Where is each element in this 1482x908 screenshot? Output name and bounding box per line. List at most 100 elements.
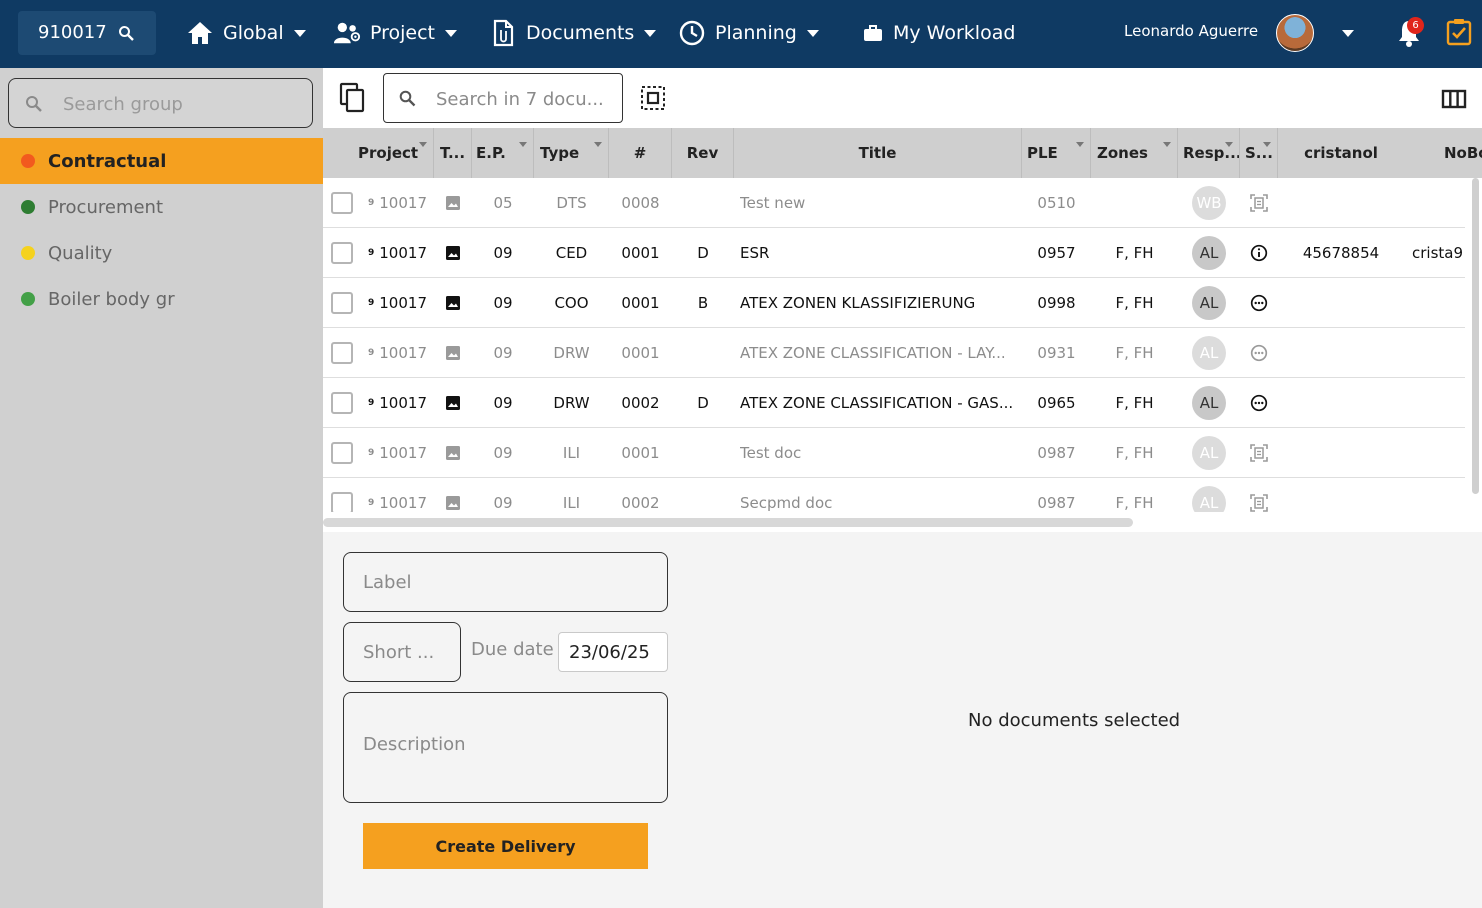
column-header-responsible[interactable]: Resp... — [1178, 128, 1240, 178]
group-item-quality[interactable]: Quality — [0, 230, 323, 276]
project-search-box[interactable]: 910017 — [18, 11, 156, 55]
group-item-contractual[interactable]: Contractual — [0, 138, 323, 184]
description-field[interactable] — [343, 692, 668, 803]
row-select-cell — [331, 278, 357, 328]
group-search-box[interactable] — [8, 78, 313, 128]
row-checkbox[interactable] — [331, 292, 353, 314]
pending-status-icon[interactable] — [1240, 278, 1278, 328]
table-row[interactable]: 9 10017 05 DTS 0008 Test new 0510 WB — [323, 178, 1465, 228]
zones-cell: F, FH — [1115, 294, 1154, 312]
row-checkbox[interactable] — [331, 192, 353, 214]
pending-status-icon[interactable] — [1240, 328, 1278, 378]
short-name-field[interactable] — [343, 622, 461, 682]
home-icon — [186, 19, 214, 47]
pending-status-icon[interactable] — [1240, 378, 1278, 428]
column-header-title[interactable]: Title — [734, 128, 1022, 178]
group-search-input[interactable] — [63, 91, 303, 117]
filter-icon[interactable] — [594, 142, 602, 147]
scan-status-icon[interactable] — [1240, 478, 1278, 512]
project-search-value[interactable]: 910017 — [38, 22, 107, 43]
nav-documents[interactable]: Documents — [489, 18, 657, 48]
vertical-scrollbar[interactable] — [1472, 178, 1479, 494]
due-date-input[interactable] — [569, 640, 664, 664]
nav-my-workload[interactable]: My Workload — [862, 18, 1015, 48]
row-checkbox[interactable] — [331, 442, 353, 464]
create-delivery-button[interactable]: Create Delivery — [363, 823, 648, 869]
nav-project-label: Project — [370, 22, 436, 44]
table-row[interactable]: 9 10017 09 ILI 0001 Test doc 0987 F, FH AL — [323, 428, 1465, 478]
user-avatar[interactable] — [1276, 14, 1314, 52]
type-cell: DRW — [553, 394, 590, 412]
responsible-avatar[interactable]: WB — [1192, 186, 1226, 220]
table-row[interactable]: 9 10017 09 DRW 0002 D ATEX ZONE CLASSIFICATION… — [323, 378, 1465, 428]
responsible-avatar[interactable]: AL — [1192, 336, 1226, 370]
row-checkbox[interactable] — [331, 492, 353, 512]
column-header-type-icon[interactable]: T... — [434, 128, 472, 178]
column-header-nobo[interactable]: NoBo — [1404, 128, 1482, 178]
row-checkbox[interactable] — [331, 342, 353, 364]
row-checkbox[interactable] — [331, 242, 353, 264]
documents-toolbar — [323, 68, 1482, 128]
group-item-label: Procurement — [48, 196, 164, 218]
responsible-avatar[interactable]: AL — [1192, 486, 1226, 512]
short-name-input[interactable] — [363, 639, 453, 665]
nav-project[interactable]: Project — [333, 18, 458, 48]
group-item-boiler-body[interactable]: Boiler body gr — [0, 276, 323, 322]
filter-icon[interactable] — [519, 142, 527, 147]
filter-icon[interactable] — [1263, 142, 1271, 147]
table-row[interactable]: 9 10017 09 ILI 0002 Secpmd doc 0987 F, FH AL — [323, 478, 1465, 512]
nav-global[interactable]: Global — [186, 18, 306, 48]
column-header-zones[interactable]: Zones — [1091, 128, 1178, 178]
select-all-icon[interactable] — [640, 85, 666, 111]
zones-cell: F, FH — [1115, 344, 1154, 362]
label-input[interactable] — [363, 569, 653, 595]
cristanol-cell — [1278, 328, 1404, 378]
description-input[interactable] — [363, 734, 658, 764]
search-icon[interactable] — [118, 25, 134, 41]
nav-planning[interactable]: Planning — [678, 18, 819, 48]
scan-status-icon[interactable] — [1240, 178, 1278, 228]
column-header-status[interactable]: S... — [1240, 128, 1278, 178]
scan-status-icon[interactable] — [1240, 428, 1278, 478]
group-item-label: Quality — [48, 242, 113, 264]
table-row[interactable]: 9 10017 09 DRW 0001 ATEX ZONE CLASSIFICATION … — [323, 328, 1465, 378]
task-checklist-icon[interactable] — [1446, 18, 1472, 46]
filter-icon[interactable] — [1076, 142, 1084, 147]
responsible-avatar[interactable]: AL — [1192, 286, 1226, 320]
responsible-avatar[interactable]: AL — [1192, 436, 1226, 470]
project-cell: 9 10017 — [368, 428, 434, 478]
label-field[interactable] — [343, 552, 668, 612]
column-header-ple[interactable]: PLE — [1022, 128, 1091, 178]
sort-icon[interactable] — [419, 142, 427, 147]
horizontal-scrollbar[interactable] — [323, 518, 1133, 527]
copy-icon[interactable] — [339, 82, 367, 114]
due-date-field[interactable] — [558, 632, 668, 672]
filter-icon[interactable] — [1225, 142, 1233, 147]
ep-cell: 09 — [493, 294, 513, 312]
column-header-number[interactable]: # — [609, 128, 672, 178]
user-menu-chevron-icon[interactable] — [1342, 30, 1354, 37]
column-header-ep[interactable]: E.P. — [472, 128, 534, 178]
row-checkbox[interactable] — [331, 392, 353, 414]
column-header-rev[interactable]: Rev — [672, 128, 734, 178]
group-item-procurement[interactable]: Procurement — [0, 184, 323, 230]
column-header-type[interactable]: Type — [534, 128, 609, 178]
responsible-avatar[interactable]: AL — [1192, 386, 1226, 420]
columns-icon[interactable] — [1441, 88, 1467, 110]
document-search-input[interactable] — [436, 86, 616, 112]
responsible-cell: WB — [1178, 178, 1240, 228]
filter-icon[interactable] — [1163, 142, 1171, 147]
table-row[interactable]: 9 10017 09 CED 0001 D ESR 0957 F, FH AL 45678854 cr… — [323, 228, 1465, 278]
rev-cell — [672, 478, 734, 512]
ple-cell: 0510 — [1037, 194, 1076, 212]
num-cell: 0001 — [621, 244, 660, 262]
info-status-icon[interactable] — [1240, 228, 1278, 278]
column-header-cristanol[interactable]: cristanol — [1278, 128, 1404, 178]
responsible-avatar[interactable]: AL — [1192, 236, 1226, 270]
responsible-cell: AL — [1178, 428, 1240, 478]
responsible-cell: AL — [1178, 478, 1240, 512]
user-name[interactable]: Leonardo Aguerre — [1124, 22, 1258, 40]
table-row[interactable]: 9 10017 09 COO 0001 B ATEX ZONEN KLASSIFIZIERU… — [323, 278, 1465, 328]
column-header-project[interactable]: Project — [323, 128, 434, 178]
document-search-box[interactable] — [383, 73, 623, 123]
